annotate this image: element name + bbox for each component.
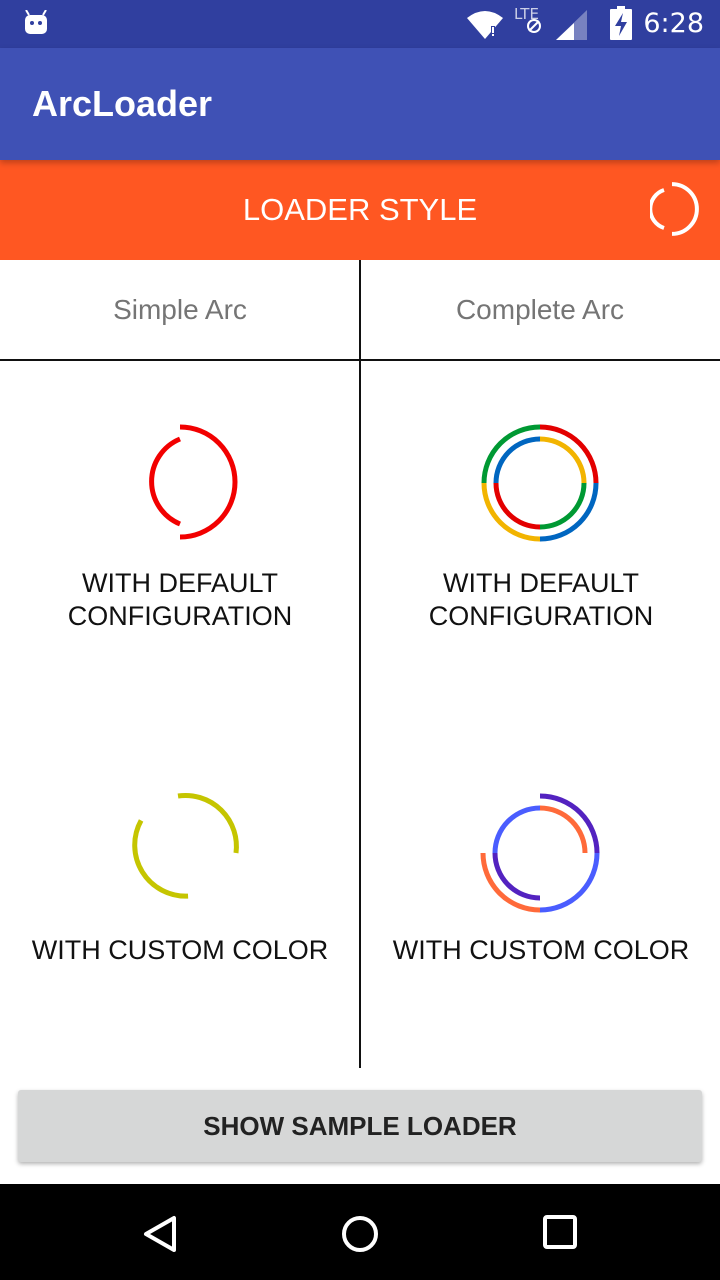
simple-custom-cell[interactable]: WITH CUSTOM COLOR bbox=[0, 712, 359, 1068]
complete-custom-caption: WITH CUSTOM COLOR bbox=[392, 935, 690, 965]
status-time: 6:28 bbox=[643, 8, 704, 39]
complete-arc-default-loader bbox=[481, 424, 599, 542]
android-notification-icon bbox=[25, 10, 47, 34]
loader-style-bar[interactable]: LOADER STYLE bbox=[0, 160, 720, 260]
complete-arc-custom-loader bbox=[480, 793, 600, 913]
loader-style-label: LOADER STYLE bbox=[242, 192, 478, 227]
simple-arc-default-loader bbox=[149, 424, 238, 540]
arc-outer-right bbox=[179, 424, 238, 540]
battery-charging-icon bbox=[610, 6, 632, 40]
lte-icon: LTE bbox=[514, 6, 550, 36]
caption-line-2: CONFIGURATION bbox=[67, 601, 293, 631]
arc-loader-icon[interactable] bbox=[650, 181, 700, 239]
simple-default-cell[interactable]: WITH DEFAULT CONFIGURATION bbox=[0, 362, 359, 712]
recents-icon[interactable] bbox=[542, 1214, 578, 1250]
show-sample-loader-label: SHOW SAMPLE LOADER bbox=[203, 1111, 517, 1141]
wifi-icon bbox=[467, 11, 503, 39]
tab-simple-arc-label: Simple Arc bbox=[113, 294, 247, 325]
app-title: ArcLoader bbox=[32, 83, 213, 124]
complete-default-cell[interactable]: WITH DEFAULT CONFIGURATION bbox=[361, 362, 720, 712]
tab-complete-arc-label: Complete Arc bbox=[455, 294, 625, 325]
arc-inner-left bbox=[149, 436, 181, 527]
app-bar: ArcLoader bbox=[0, 48, 720, 160]
home-icon[interactable] bbox=[340, 1214, 380, 1254]
data-off-icon bbox=[527, 19, 541, 33]
caption-line-1: WITH DEFAULT bbox=[81, 568, 278, 598]
back-icon[interactable] bbox=[140, 1214, 180, 1254]
simple-arc-custom-loader bbox=[132, 792, 239, 899]
show-sample-loader-button[interactable]: SHOW SAMPLE LOADER bbox=[18, 1090, 702, 1162]
caption-line-1: WITH DEFAULT bbox=[442, 568, 639, 598]
caption-line-2: CONFIGURATION bbox=[428, 601, 654, 631]
navigation-bar bbox=[0, 1184, 720, 1280]
status-bar: LTE 6:28 bbox=[0, 0, 720, 48]
complete-custom-cell[interactable]: WITH CUSTOM COLOR bbox=[361, 712, 720, 1068]
tab-complete-arc[interactable]: Complete Arc bbox=[360, 260, 720, 360]
complete-default-caption: WITH DEFAULT CONFIGURATION bbox=[361, 567, 720, 633]
signal-icon bbox=[556, 10, 587, 40]
simple-default-caption: WITH DEFAULT CONFIGURATION bbox=[0, 567, 360, 633]
tab-simple-arc[interactable]: Simple Arc bbox=[0, 260, 360, 360]
simple-custom-caption: WITH CUSTOM COLOR bbox=[31, 935, 329, 965]
